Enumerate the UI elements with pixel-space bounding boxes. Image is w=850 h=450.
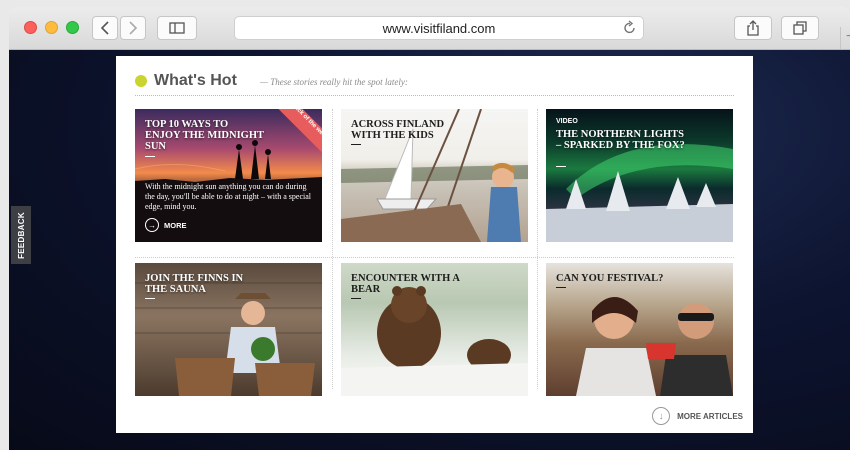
url-text: www.visitfiland.com	[382, 20, 496, 36]
more-articles-label: MORE ARTICLES	[677, 411, 743, 421]
section-dot-icon	[135, 75, 147, 87]
title-rule	[145, 156, 155, 157]
feedback-tab[interactable]: FEEDBACK	[11, 206, 31, 264]
tabs-icon	[793, 21, 807, 35]
card-title: Top 10 ways to enjoy the midnight sun	[145, 119, 264, 152]
reload-button[interactable]	[623, 20, 637, 39]
new-tab-button[interactable]: +	[840, 27, 850, 49]
whats-hot-panel: What's Hot — These stories really hit th…	[116, 56, 753, 433]
forward-button[interactable]	[120, 16, 146, 40]
close-window-button[interactable]	[24, 21, 37, 34]
card-title: Across Finland with the kids	[351, 119, 445, 141]
title-rule	[351, 298, 361, 299]
page-viewport: FEEDBACK What's Hot — These stories real…	[9, 50, 850, 450]
video-label: VIDEO	[556, 118, 578, 125]
title-rule	[351, 144, 361, 145]
tabs-overview-button[interactable]	[781, 16, 819, 40]
article-card-festival[interactable]: Can you festival?	[546, 263, 733, 396]
article-card-northern-lights[interactable]: VIDEO The Northern lights – sparked by t…	[546, 109, 733, 242]
article-card-sauna[interactable]: Join the Finns in the sauna	[135, 263, 322, 396]
section-tagline: — These stories really hit the spot late…	[260, 77, 408, 87]
share-button[interactable]	[734, 16, 772, 40]
sidebar-icon	[169, 22, 185, 34]
row-divider	[135, 257, 734, 258]
more-link[interactable]: → MORE	[145, 218, 187, 232]
column-divider	[332, 109, 333, 389]
title-rule	[556, 287, 566, 288]
section-title: What's Hot	[154, 72, 237, 89]
zoom-window-button[interactable]	[66, 21, 79, 34]
card-title: The Northern lights – sparked by the fox…	[556, 129, 685, 151]
card-title: Can you festival?	[556, 273, 664, 284]
more-articles-link[interactable]: ↓ MORE ARTICLES	[652, 407, 743, 425]
title-rule	[556, 166, 566, 167]
column-divider	[537, 109, 538, 389]
arrow-down-circle-icon: ↓	[652, 407, 671, 425]
article-card-midnight-sun[interactable]: Top 10 ways to enjoy the midnight sun Pi…	[135, 109, 322, 242]
back-button[interactable]	[92, 16, 118, 40]
card-description: With the midnight sun anything you can d…	[145, 182, 311, 211]
share-icon	[747, 20, 759, 36]
arrow-right-circle-icon: →	[145, 218, 159, 232]
card-title: Encounter with a bear	[351, 273, 460, 295]
sidebar-button[interactable]	[157, 16, 197, 40]
section-header: What's Hot — These stories really hit th…	[135, 72, 734, 96]
chevron-right-icon	[129, 21, 138, 35]
title-rule	[145, 298, 155, 299]
minimize-window-button[interactable]	[45, 21, 58, 34]
more-label: MORE	[164, 220, 187, 230]
reload-icon	[624, 20, 635, 34]
browser-toolbar: www.visitfiland.com +	[9, 7, 850, 50]
article-card-bear[interactable]: Encounter with a bear	[341, 263, 528, 396]
article-card-across-finland[interactable]: Across Finland with the kids	[341, 109, 528, 242]
card-title: Join the Finns in the sauna	[145, 273, 244, 295]
address-bar[interactable]: www.visitfiland.com	[234, 16, 644, 40]
chevron-left-icon	[100, 21, 109, 35]
feedback-label: FEEDBACK	[16, 211, 26, 259]
